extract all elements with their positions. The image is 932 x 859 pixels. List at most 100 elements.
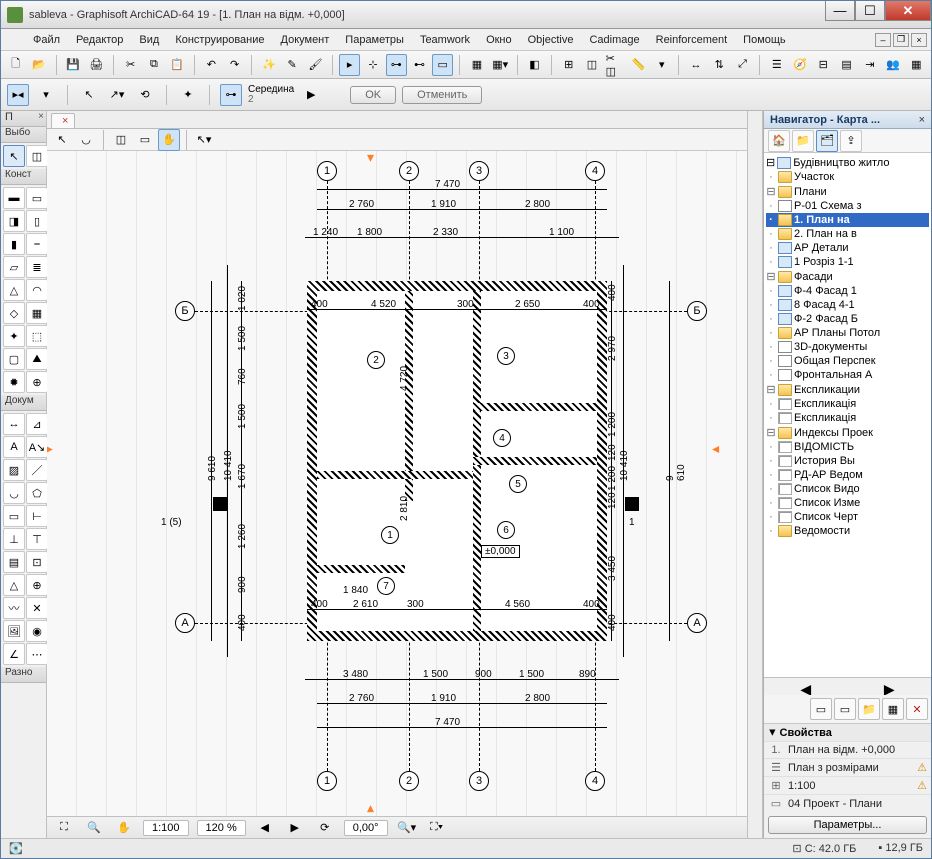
menu-window[interactable]: Окно xyxy=(478,32,520,48)
skylight-tool[interactable]: ◇ xyxy=(3,302,25,324)
tree-item[interactable]: ·Участок xyxy=(766,170,929,184)
nav-view-button[interactable]: 📁 xyxy=(792,130,814,152)
tree-item[interactable]: ·3D-документы xyxy=(766,340,929,354)
door-tool[interactable]: ◨ xyxy=(3,210,25,232)
tree-item[interactable]: ·2. План на в xyxy=(766,227,929,241)
view-tab[interactable]: × xyxy=(51,113,75,128)
hotspot-tool[interactable]: ✕ xyxy=(26,597,48,619)
open-button[interactable]: 📂 xyxy=(28,54,49,76)
vertical-scrollbar[interactable] xyxy=(747,111,763,838)
new-button[interactable]: 🗋 xyxy=(5,54,26,76)
layers-button[interactable]: ☰ xyxy=(766,54,787,76)
navigator-tree[interactable]: ⊟Будівництво житло ·Участок⊟Плани·Р-01 С… xyxy=(764,153,931,677)
prop-scale[interactable]: 1:100 xyxy=(788,780,913,792)
zoom-window-button[interactable]: 🔍 xyxy=(83,817,105,839)
opt-mode-1[interactable]: ▸◂ xyxy=(7,84,29,106)
dim-b[interactable]: ⇅ xyxy=(709,54,730,76)
lamp-tool[interactable]: ✹ xyxy=(3,371,25,393)
grid-button[interactable]: ▦ xyxy=(466,54,487,76)
ruler-button[interactable]: 📏 xyxy=(628,54,649,76)
tree-item[interactable]: ·История Вы xyxy=(766,454,929,468)
arrow-tool[interactable]: ↖ xyxy=(3,145,25,167)
detail-tool[interactable]: ⊡ xyxy=(26,551,48,573)
section-tool[interactable]: ⊢ xyxy=(26,505,48,527)
elev-tool[interactable]: ⊥ xyxy=(3,528,25,550)
tree-item[interactable]: ·Фронтальная А xyxy=(766,368,929,382)
zoom-field[interactable]: 120 % xyxy=(197,820,246,836)
opt-play[interactable]: ▶ xyxy=(300,84,322,106)
stair-tool[interactable]: ≣ xyxy=(26,256,48,278)
vs-a[interactable]: 🔍▾ xyxy=(396,817,418,839)
nav-proj-button[interactable]: 🏠 xyxy=(768,130,790,152)
tw-button[interactable]: 👥 xyxy=(882,54,903,76)
tree-item[interactable]: ⊟Индексы Проек xyxy=(766,425,929,440)
tree-item[interactable]: ·ВІДОМІСТЬ xyxy=(766,440,929,454)
prop-penset[interactable]: 04 Проект - Плани xyxy=(788,798,927,810)
brush-button[interactable]: 🖌 xyxy=(305,54,326,76)
pan-button[interactable]: ✋ xyxy=(113,817,135,839)
save-button[interactable]: 💾 xyxy=(63,54,84,76)
tree-item[interactable]: ·Список Видо xyxy=(766,482,929,496)
tree-item[interactable]: ⊟Фасади xyxy=(766,269,929,284)
opt-pick-1[interactable]: ↖ xyxy=(78,84,100,106)
sets-button[interactable]: ▤ xyxy=(836,54,857,76)
angle-field[interactable]: 0,00° xyxy=(344,820,388,836)
mini-3[interactable]: ◫ xyxy=(110,129,132,151)
opt-pick-3[interactable]: ⟲ xyxy=(134,84,156,106)
org-button[interactable]: ⊟ xyxy=(813,54,834,76)
prop-btn-3[interactable]: 📁 xyxy=(858,698,880,720)
mini-2[interactable]: ◡ xyxy=(75,129,97,151)
menu-reinforcement[interactable]: Reinforcement xyxy=(648,32,736,48)
tree-item[interactable]: ·Список Черт xyxy=(766,510,929,524)
tree-item[interactable]: ·Список Изме xyxy=(766,496,929,510)
ok-button[interactable]: OK xyxy=(350,86,396,104)
menu-help[interactable]: Помощь xyxy=(735,32,794,48)
prop-btn-2[interactable]: ▭ xyxy=(834,698,856,720)
copy-button[interactable]: ⧉ xyxy=(143,54,164,76)
beam-tool[interactable]: ⎯ xyxy=(26,233,48,255)
menu-cadimage[interactable]: Cadimage xyxy=(581,32,647,48)
close-button[interactable]: ✕ xyxy=(885,1,931,21)
poly-tool[interactable]: ⬠ xyxy=(26,482,48,504)
opt-snap-mid[interactable]: ⊶ xyxy=(220,84,242,106)
palette-close-icon[interactable]: × xyxy=(38,111,44,122)
mdi-close[interactable]: × xyxy=(911,33,927,47)
wand-button[interactable]: ✨ xyxy=(258,54,279,76)
print-button[interactable]: 🖨 xyxy=(86,54,107,76)
prop-delete-button[interactable]: ✕ xyxy=(906,698,928,720)
tree-item[interactable]: ·Общая Перспек xyxy=(766,354,929,368)
zoom-prev[interactable]: ◀ xyxy=(254,817,276,839)
prop-btn-1[interactable]: ▭ xyxy=(810,698,832,720)
roof-tool[interactable]: △ xyxy=(3,279,25,301)
dim-c[interactable]: ⤢ xyxy=(732,54,753,76)
grid2-button[interactable]: ▦▾ xyxy=(490,54,511,76)
tree-item[interactable]: ⊟Експликации xyxy=(766,382,929,397)
mini-5[interactable]: ✋ xyxy=(158,129,180,151)
mini-6[interactable]: ↖▾ xyxy=(193,129,215,151)
tree-root[interactable]: ⊟Будівництво житло xyxy=(766,155,929,170)
undo-button[interactable]: ↶ xyxy=(201,54,222,76)
tab-close-icon[interactable]: × xyxy=(62,115,68,127)
opt-pick-2[interactable]: ↗▾ xyxy=(106,84,128,106)
navigator-close-icon[interactable]: × xyxy=(919,114,925,126)
pencil-button[interactable]: ✎ xyxy=(282,54,303,76)
tree-item[interactable]: ·АР Детали xyxy=(766,241,929,255)
shell-tool[interactable]: ◠ xyxy=(26,279,48,301)
tree-item[interactable]: ·АР Планы Потол xyxy=(766,326,929,340)
cw-tool[interactable]: ▦ xyxy=(26,302,48,324)
window-tool[interactable]: ▯ xyxy=(26,210,48,232)
label-tool[interactable]: A↘ xyxy=(26,436,48,458)
opt-pick-4[interactable]: ✦ xyxy=(177,84,199,106)
menu-teamwork[interactable]: Teamwork xyxy=(412,32,478,48)
slab-tool[interactable]: ▱ xyxy=(3,256,25,278)
worksheet-tool[interactable]: ▤ xyxy=(3,551,25,573)
fill-tool[interactable]: ▨ xyxy=(3,459,25,481)
menu-construct[interactable]: Конструирование xyxy=(167,32,272,48)
dim-tool[interactable]: ↔ xyxy=(3,413,25,435)
t38[interactable]: ⋯ xyxy=(26,643,48,665)
snap-a-button[interactable]: ▸ xyxy=(339,54,360,76)
intelev-tool[interactable]: ⊤ xyxy=(26,528,48,550)
snap-d-button[interactable]: ⊷ xyxy=(409,54,430,76)
menu-file[interactable]: Файл xyxy=(25,32,68,48)
mdi-minimize[interactable]: – xyxy=(875,33,891,47)
